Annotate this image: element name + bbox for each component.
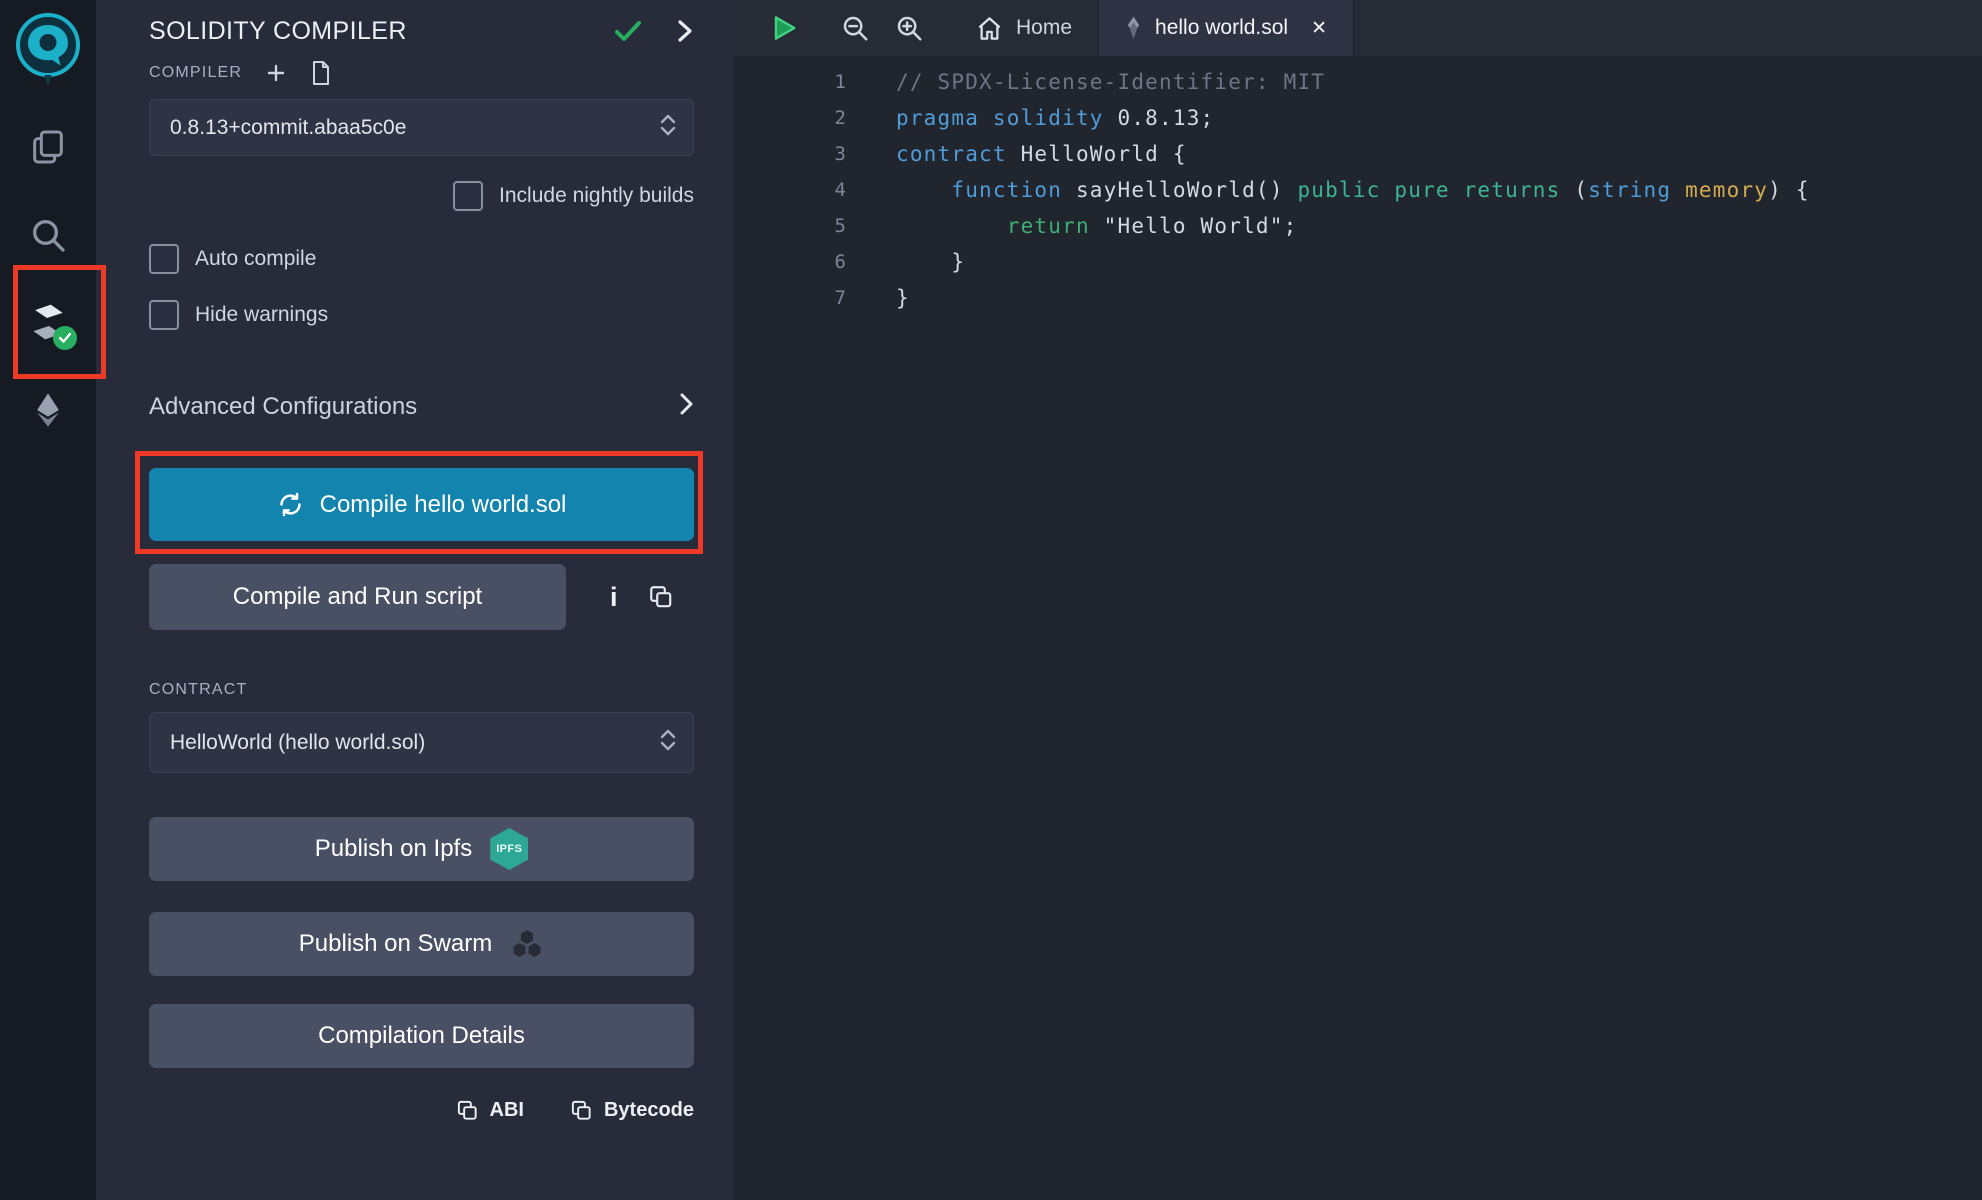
code-editor[interactable]: 1 // SPDX-License-Identifier: MIT 2 pragma … bbox=[734, 56, 1982, 1200]
line-number: 2 bbox=[734, 100, 846, 136]
publish-ipfs-label: Publish on Ipfs bbox=[315, 835, 472, 863]
auto-compile-row[interactable]: Auto compile bbox=[149, 244, 694, 274]
line-number: 1 bbox=[734, 64, 846, 100]
code-text: pragma solidity 0.8.13; bbox=[896, 100, 1214, 136]
solidity-compiler-panel: SOLIDITY COMPILER COMPILER 0.8.13+commit… bbox=[96, 0, 734, 1200]
tab-file-label: hello world.sol bbox=[1155, 16, 1288, 40]
copy-abi-button[interactable]: ABI bbox=[456, 1099, 524, 1122]
deploy-and-run-icon[interactable] bbox=[26, 388, 70, 432]
compiler-version-value: 0.8.13+commit.abaa5c0e bbox=[170, 116, 657, 140]
compiled-check-icon bbox=[614, 19, 642, 43]
code-line[interactable]: 1 // SPDX-License-Identifier: MIT bbox=[734, 64, 1982, 100]
editor-tab-bar: Home hello world.sol ✕ bbox=[734, 0, 1982, 56]
code-line[interactable]: 5 return "Hello World"; bbox=[734, 208, 1982, 244]
code-line[interactable]: 6 } bbox=[734, 244, 1982, 280]
publish-swarm-button[interactable]: Publish on Swarm bbox=[149, 912, 694, 976]
zoom-out-icon[interactable] bbox=[840, 13, 870, 43]
code-text: // SPDX-License-Identifier: MIT bbox=[896, 64, 1325, 100]
home-icon bbox=[976, 16, 1003, 41]
copy-icon bbox=[570, 1099, 593, 1122]
advanced-configurations-toggle[interactable]: Advanced Configurations bbox=[149, 390, 694, 424]
line-number: 6 bbox=[734, 244, 846, 280]
zoom-in-icon[interactable] bbox=[894, 13, 924, 43]
remix-logo[interactable] bbox=[7, 8, 89, 94]
line-number: 4 bbox=[734, 172, 846, 208]
code-text: } bbox=[896, 244, 965, 280]
copy-icon[interactable] bbox=[648, 584, 674, 610]
contract-select[interactable]: HelloWorld (hello world.sol) bbox=[149, 712, 694, 773]
compile-success-badge-icon bbox=[53, 326, 77, 350]
compile-button-label: Compile hello world.sol bbox=[320, 491, 567, 519]
line-number: 7 bbox=[734, 280, 846, 316]
copy-bytecode-button[interactable]: Bytecode bbox=[570, 1099, 694, 1122]
include-nightly-label: Include nightly builds bbox=[499, 184, 694, 208]
file-explorer-icon[interactable] bbox=[26, 125, 70, 169]
compilation-details-label: Compilation Details bbox=[318, 1022, 525, 1050]
code-line[interactable]: 2 pragma solidity 0.8.13; bbox=[734, 100, 1982, 136]
panel-header: SOLIDITY COMPILER bbox=[149, 14, 694, 48]
select-arrows-icon bbox=[657, 109, 679, 147]
compile-and-run-button[interactable]: Compile and Run script bbox=[149, 564, 566, 630]
code-text: return "Hello World"; bbox=[896, 208, 1297, 244]
select-arrows-icon bbox=[657, 724, 679, 762]
copy-icon bbox=[456, 1099, 479, 1122]
run-script-play-icon[interactable] bbox=[766, 11, 800, 45]
swarm-hexagons-icon bbox=[510, 928, 544, 960]
compiler-section-header: COMPILER bbox=[149, 60, 694, 86]
auto-compile-checkbox[interactable] bbox=[149, 244, 179, 274]
publish-ipfs-button[interactable]: Publish on Ipfs IPFS bbox=[149, 817, 694, 881]
hide-warnings-row[interactable]: Hide warnings bbox=[149, 300, 694, 330]
hide-warnings-checkbox[interactable] bbox=[149, 300, 179, 330]
bytecode-label: Bytecode bbox=[604, 1099, 694, 1122]
line-number: 5 bbox=[734, 208, 846, 244]
contract-select-value: HelloWorld (hello world.sol) bbox=[170, 731, 657, 755]
code-lines: 1 // SPDX-License-Identifier: MIT 2 pragma … bbox=[734, 64, 1982, 316]
plus-icon[interactable] bbox=[264, 61, 288, 85]
code-text: } bbox=[896, 280, 910, 316]
compile-and-run-row: Compile and Run script i bbox=[149, 564, 694, 630]
abi-label: ABI bbox=[490, 1099, 524, 1122]
code-text: function sayHelloWorld() public pure ret… bbox=[896, 172, 1810, 208]
code-text: contract HelloWorld { bbox=[896, 136, 1187, 172]
publish-swarm-label: Publish on Swarm bbox=[299, 930, 492, 958]
info-icon[interactable]: i bbox=[610, 584, 618, 611]
hide-warnings-label: Hide warnings bbox=[195, 303, 328, 327]
compiler-version-select[interactable]: 0.8.13+commit.abaa5c0e bbox=[149, 99, 694, 156]
close-tab-icon[interactable]: ✕ bbox=[1311, 17, 1327, 40]
solidity-compiler-icon[interactable] bbox=[26, 300, 70, 344]
chevron-right-icon bbox=[679, 392, 694, 423]
ipfs-badge-icon: IPFS bbox=[490, 828, 528, 870]
line-number: 3 bbox=[734, 136, 846, 172]
tab-home-label: Home bbox=[1016, 16, 1072, 40]
compile-button[interactable]: Compile hello world.sol bbox=[149, 468, 694, 541]
compile-and-run-label: Compile and Run script bbox=[233, 583, 482, 611]
activity-bar bbox=[0, 0, 96, 1200]
search-icon[interactable] bbox=[26, 213, 70, 257]
auto-compile-label: Auto compile bbox=[195, 247, 316, 271]
panel-title: SOLIDITY COMPILER bbox=[149, 17, 614, 46]
compilation-details-button[interactable]: Compilation Details bbox=[149, 1004, 694, 1068]
code-line[interactable]: 3 contract HelloWorld { bbox=[734, 136, 1982, 172]
abi-bytecode-row: ABI Bytecode bbox=[149, 1099, 694, 1122]
code-line[interactable]: 4 function sayHelloWorld() public pure r… bbox=[734, 172, 1982, 208]
chevron-right-icon[interactable] bbox=[676, 18, 694, 44]
solidity-file-icon bbox=[1125, 15, 1142, 41]
tab-hello-world-sol[interactable]: hello world.sol ✕ bbox=[1098, 0, 1354, 56]
code-line[interactable]: 7} bbox=[734, 280, 1982, 316]
refresh-icon bbox=[277, 491, 304, 518]
compiler-section-label: COMPILER bbox=[149, 64, 242, 82]
include-nightly-checkbox[interactable] bbox=[453, 181, 483, 211]
file-icon[interactable] bbox=[310, 60, 332, 86]
advanced-configurations-label: Advanced Configurations bbox=[149, 393, 417, 421]
include-nightly-row[interactable]: Include nightly builds bbox=[149, 181, 694, 211]
contract-section-label: CONTRACT bbox=[149, 681, 694, 699]
tab-home[interactable]: Home bbox=[950, 0, 1098, 56]
remix-ide: SOLIDITY COMPILER COMPILER 0.8.13+commit… bbox=[0, 0, 1982, 1200]
editor-region: Home hello world.sol ✕ 1 // SPDX-License-… bbox=[734, 0, 1982, 1200]
